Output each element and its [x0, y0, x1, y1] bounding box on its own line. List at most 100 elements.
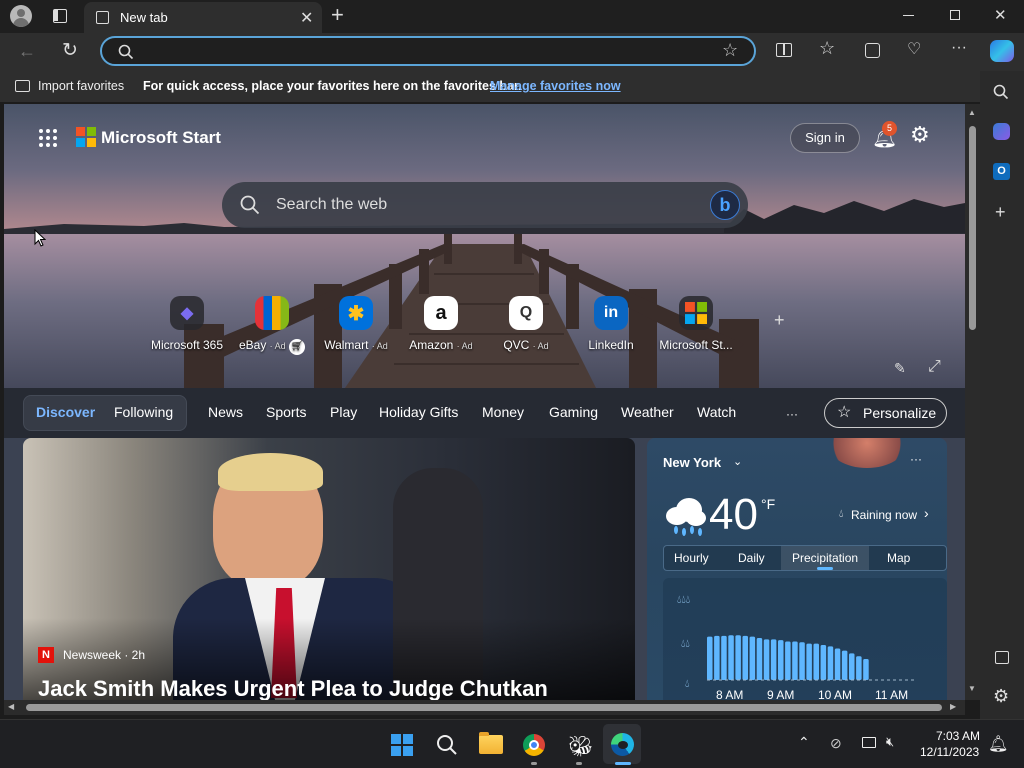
windows-start-icon[interactable] [391, 734, 413, 756]
bing-icon[interactable]: b [710, 190, 740, 220]
hide-sidebar-icon[interactable] [995, 651, 1009, 664]
edge-icon[interactable] [611, 733, 634, 756]
expand-icon[interactable]: ⤢ [928, 358, 941, 376]
ad-label: · Ad [532, 341, 549, 351]
notification-bell-icon[interactable]: 🔔︎ [988, 734, 1008, 754]
chrome-icon[interactable] [523, 734, 545, 756]
import-favorites-button[interactable]: Import favorites [38, 79, 124, 93]
copilot-icon[interactable] [990, 40, 1014, 62]
quick-link-6[interactable]: Microsoft St... [651, 296, 741, 352]
tab-weather[interactable]: Weather [621, 404, 674, 420]
collections-icon[interactable] [865, 43, 880, 58]
search-icon [240, 195, 260, 215]
tab-sports[interactable]: Sports [266, 404, 306, 420]
taskbar-date[interactable]: 12/11/2023 [920, 745, 979, 759]
browser-essentials-icon[interactable]: ♡ [907, 39, 921, 59]
weather-tab-precipitation[interactable]: Precipitation [792, 551, 858, 565]
settings-gear-icon[interactable]: ⚙ [910, 122, 930, 148]
close-window-button[interactable]: ✕ [994, 6, 1007, 24]
tab-watch[interactable]: Watch [697, 404, 736, 420]
precip-bar [834, 648, 841, 680]
weather-tab-map[interactable]: Map [887, 551, 910, 565]
restore-button[interactable] [950, 10, 960, 20]
scroll-up-arrow-icon[interactable]: ▲ [968, 108, 976, 117]
refresh-icon[interactable]: ↻ [62, 39, 78, 62]
story-headline[interactable]: Jack Smith Makes Urgent Plea to Judge Ch… [38, 676, 548, 700]
app-launcher-icon[interactable] [38, 128, 58, 148]
quick-link-2[interactable]: ✱ Walmart · Ad [311, 296, 401, 352]
add-sidebar-app-icon[interactable]: + [995, 202, 1006, 223]
tab-gaming[interactable]: Gaming [549, 404, 598, 420]
tab-new-tab[interactable]: New tab ✕ [84, 2, 322, 33]
tab-holiday-gifts[interactable]: Holiday Gifts [379, 404, 458, 420]
scroll-down-arrow-icon[interactable]: ▼ [968, 684, 976, 693]
chevron-down-icon[interactable]: ⌄ [733, 455, 742, 468]
tab-play[interactable]: Play [330, 404, 357, 420]
taskbar-search-icon[interactable] [436, 734, 458, 756]
web-search-box[interactable]: Search the web b [222, 182, 748, 228]
weather-status[interactable]: Raining now [851, 508, 917, 522]
weather-card[interactable]: New York ⌄ ··· 40 °F 💧︎ Raining now › Ho… [647, 438, 947, 700]
personalize-button[interactable]: ☆ Personalize [824, 398, 947, 428]
manage-favorites-link[interactable]: Manage favorites now [490, 79, 621, 93]
weather-tab-hourly[interactable]: Hourly [674, 551, 709, 565]
network-off-icon[interactable]: ⊘ [830, 735, 842, 752]
customize-background-icon[interactable]: ✎ [894, 360, 906, 377]
add-quick-link-button[interactable]: + [774, 310, 785, 331]
scroll-left-arrow-icon[interactable]: ◀ [8, 702, 14, 711]
search-input[interactable]: Search the web [276, 196, 387, 214]
outlook-icon[interactable]: O [993, 163, 1010, 180]
tab-news[interactable]: News [208, 404, 243, 420]
time-label: 8 AM [716, 688, 744, 700]
back-arrow-icon[interactable]: ← [18, 41, 36, 62]
quick-link-4[interactable]: Q QVC · Ad [481, 296, 571, 352]
more-options-icon[interactable]: ··· [910, 452, 922, 466]
horizontal-scroll-thumb[interactable] [26, 704, 942, 711]
weather-city[interactable]: New York [663, 455, 721, 470]
copilot-sidebar-icon[interactable] [993, 123, 1010, 140]
volume-muted-icon[interactable]: 🔇︎ [886, 734, 894, 750]
search-icon[interactable] [993, 84, 1009, 100]
moon-decoration [827, 438, 907, 468]
tab-money[interactable]: Money [482, 404, 524, 420]
favorite-star-icon[interactable]: ☆ [722, 40, 738, 61]
temperature-unit[interactable]: °F [761, 496, 775, 512]
more-tabs-button[interactable]: ··· [786, 407, 798, 421]
chevron-right-icon[interactable]: › [924, 505, 929, 521]
file-explorer-icon[interactable] [479, 732, 503, 754]
vertical-scrollbar[interactable]: ▲ ▼ [965, 104, 980, 700]
minimize-button[interactable] [903, 15, 914, 16]
profile-avatar[interactable] [10, 5, 32, 27]
more-menu-icon[interactable]: ··· [951, 39, 967, 57]
new-tab-button[interactable]: + [331, 2, 344, 28]
workspaces-icon[interactable] [53, 9, 67, 23]
favorites-icon[interactable]: ☆ [819, 38, 835, 59]
sidebar-settings-icon[interactable]: ⚙ [993, 686, 1009, 707]
brand-title[interactable]: Microsoft Start [101, 128, 221, 148]
scroll-right-arrow-icon[interactable]: ▶ [950, 702, 956, 711]
quick-link-label: LinkedIn [588, 338, 634, 352]
sign-in-button[interactable]: Sign in [790, 123, 860, 153]
precipitation-bars [707, 635, 917, 681]
microsoft365-icon: ◆ [170, 296, 204, 330]
taskbar-time[interactable]: 7:03 AM [936, 729, 980, 743]
split-screen-icon[interactable] [776, 43, 792, 57]
horizontal-scrollbar[interactable]: ◀ ▶ [4, 700, 965, 715]
quick-link-0[interactable]: ◆ Microsoft 365 [142, 296, 232, 352]
tab-following[interactable]: Following [114, 404, 173, 420]
search-icon [118, 44, 134, 60]
bee-app-icon[interactable]: 🐝︎ [568, 734, 593, 759]
vertical-scroll-thumb[interactable] [969, 126, 976, 330]
quick-link-1[interactable]: eBay · Ad 🛒︎ [227, 296, 317, 355]
quick-link-3[interactable]: a Amazon · Ad [396, 296, 486, 352]
weather-tab-daily[interactable]: Daily [738, 551, 765, 565]
quick-link-label: Walmart [324, 338, 369, 352]
tab-discover[interactable]: Discover [36, 404, 95, 420]
top-story-card[interactable]: N Newsweek · 2h Jack Smith Makes Urgent … [23, 438, 635, 700]
ebay-icon [255, 296, 289, 330]
close-tab-icon[interactable]: ✕ [300, 8, 313, 28]
quick-link-5[interactable]: in LinkedIn [566, 296, 656, 352]
address-bar[interactable]: ☆ [100, 36, 756, 66]
display-icon[interactable] [862, 737, 876, 748]
show-hidden-icons[interactable]: ⌃ [798, 734, 810, 751]
